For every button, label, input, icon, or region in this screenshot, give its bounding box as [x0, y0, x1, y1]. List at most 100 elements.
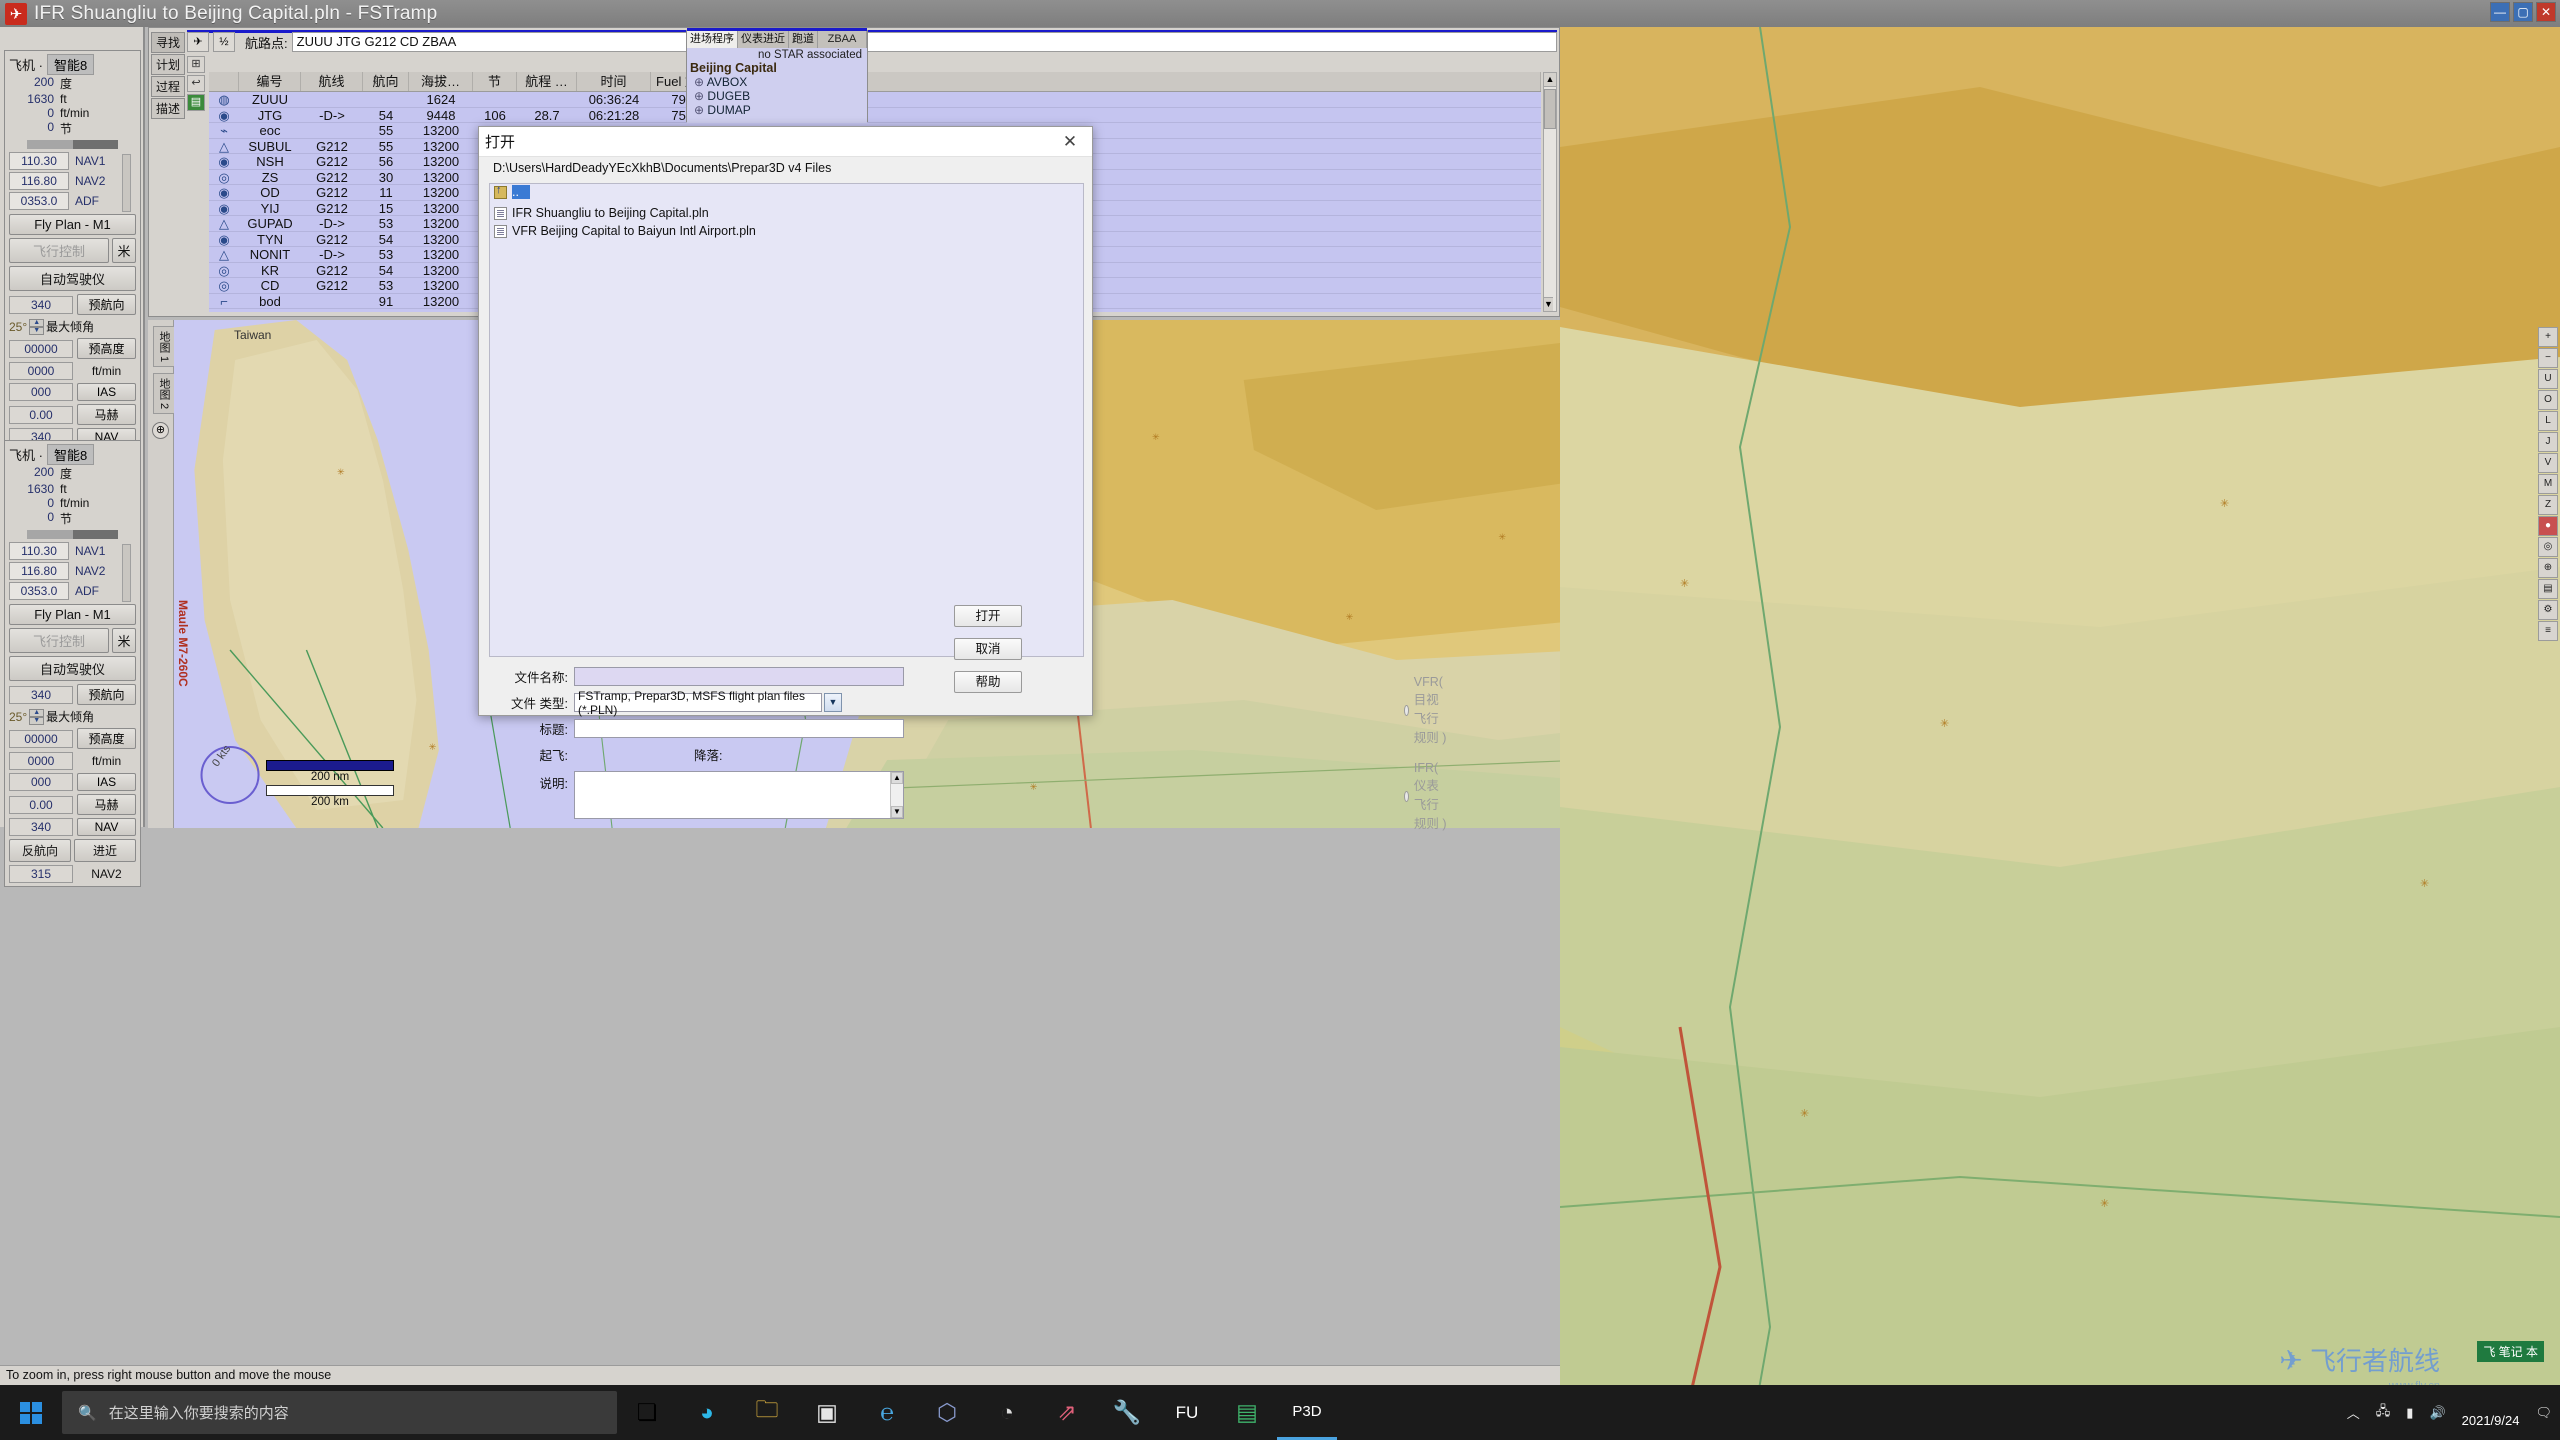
chevron-up-icon[interactable]: ︿	[2347, 1403, 2360, 1422]
fly-plan-button-2[interactable]: Fly Plan - M1	[9, 604, 136, 625]
ap-heading-button[interactable]: 预航向	[77, 294, 136, 315]
ap-alt-value[interactable]: 00000	[9, 339, 73, 358]
ap-ias-button-2[interactable]: IAS	[77, 773, 136, 791]
p3d-icon[interactable]: P3D	[1277, 1385, 1337, 1440]
tab-star[interactable]: 进场程序	[687, 31, 738, 48]
notes-icon[interactable]: ▤	[1217, 1385, 1277, 1440]
scroll-up-icon[interactable]: ▲	[1544, 73, 1556, 87]
fly-plan-button[interactable]: Fly Plan - M1	[9, 214, 136, 235]
minimize-button[interactable]: —	[2490, 2, 2510, 22]
j-tool-icon[interactable]: J	[2538, 432, 2558, 452]
radio-scrollbar-2[interactable]	[122, 544, 131, 602]
fu-icon[interactable]: FU	[1157, 1385, 1217, 1440]
back-nav-button-2[interactable]: 反航向	[9, 839, 71, 862]
ap-heading-value[interactable]: 340	[9, 295, 73, 314]
chrome-icon[interactable]: ⬡	[917, 1385, 977, 1440]
help-button[interactable]: 帮助	[954, 671, 1022, 693]
map-tab-2[interactable]: 地图 2	[153, 373, 175, 415]
waypoints-input[interactable]: ZUUU JTG G212 CD ZBAA	[291, 32, 1557, 52]
settings-icon[interactable]: ⚙	[2538, 600, 2558, 620]
filename-input[interactable]	[574, 667, 904, 686]
filetype-select[interactable]: FSTramp, Prepar3D, MSFS flight plan file…	[574, 689, 822, 717]
nav2-row[interactable]: 116.80 NAV2	[9, 172, 136, 190]
ap-ias-button[interactable]: IAS	[77, 383, 136, 401]
file-list-parent[interactable]: ..	[490, 184, 1083, 200]
crosshair-icon[interactable]: ⊕	[152, 422, 169, 440]
col-time[interactable]: 时间	[577, 72, 651, 91]
layers-icon[interactable]: ▤	[2538, 579, 2558, 599]
v-tool-icon[interactable]: V	[2538, 453, 2558, 473]
edge-icon[interactable]: ◕	[677, 1385, 737, 1440]
file-explorer-icon[interactable]: 🗀	[737, 1385, 797, 1440]
ap-nav-button-2[interactable]: NAV	[77, 818, 136, 836]
ap-ias-value-2[interactable]: 000	[9, 773, 73, 791]
ap-heading-value-2[interactable]: 340	[9, 685, 73, 704]
adf-row-2[interactable]: 0353.0 ADF	[9, 582, 136, 600]
target-icon[interactable]: ⊕	[2538, 558, 2558, 578]
scroll-thumb[interactable]	[1544, 89, 1556, 129]
tab-runway[interactable]: 跑道	[789, 31, 818, 48]
nav2-row-2[interactable]: 116.80 NAV2	[9, 562, 136, 580]
map-tab-1[interactable]: 地图 1	[153, 326, 175, 368]
aircraft-value-2[interactable]: 智能8	[46, 444, 95, 465]
radio-scrollbar[interactable]	[122, 154, 131, 212]
dialog-file-list[interactable]: .. IFR Shuangliu to Beijing Capital.pln …	[489, 183, 1084, 657]
compass-icon[interactable]: ◔	[977, 1385, 1037, 1440]
flight-control-button[interactable]: 飞行控制	[9, 238, 109, 263]
zoom-in-icon[interactable]: +	[2538, 327, 2558, 347]
approach-button-2[interactable]: 进近	[74, 839, 136, 862]
tab-plan[interactable]: 计划	[151, 54, 185, 75]
autopilot-button-2[interactable]: 自动驾驶仪	[9, 656, 136, 681]
scroll-down-icon[interactable]: ▼	[1544, 297, 1553, 311]
plus-box-icon[interactable]: ⊞	[187, 56, 205, 73]
nav2-frequency[interactable]: 116.80	[9, 172, 69, 190]
close-icon[interactable]: ✕	[1048, 127, 1092, 157]
globe-icon[interactable]: ◎	[2538, 537, 2558, 557]
adf-frequency-2[interactable]: 0353.0	[9, 582, 69, 600]
nav1-frequency-2[interactable]: 110.30	[9, 542, 69, 560]
flight-control-button-2[interactable]: 飞行控制	[9, 628, 109, 653]
ap-nav-value-2[interactable]: 340	[9, 818, 73, 836]
airplane-route-icon[interactable]: ✈	[187, 32, 209, 52]
ap-mach-button[interactable]: 马赫	[77, 404, 136, 425]
vfr-radio[interactable]: VFR( 目视飞行规则 )	[1404, 675, 1449, 746]
nav1-frequency[interactable]: 110.30	[9, 152, 69, 170]
adf-row[interactable]: 0353.0 ADF	[9, 192, 136, 210]
table-scrollbar[interactable]: ▲ ▼	[1543, 72, 1557, 312]
units-button-2[interactable]: 米	[112, 628, 136, 653]
scroll-up-icon[interactable]: ▲	[891, 772, 903, 784]
volume-icon[interactable]: 🔊	[2429, 1405, 2445, 1421]
bank-stepper-2[interactable]: ▲ ▼	[29, 708, 45, 725]
ifr-radio[interactable]: IFR( 仪表飞行规则 )	[1404, 761, 1449, 832]
list-item[interactable]: IFR Shuangliu to Beijing Capital.pln	[490, 205, 1083, 221]
units-button[interactable]: 米	[112, 238, 136, 263]
start-button[interactable]	[0, 1385, 62, 1440]
store-icon[interactable]: ▣	[797, 1385, 857, 1440]
col-airway[interactable]: 航线	[301, 72, 363, 91]
autopilot-button[interactable]: 自动驾驶仪	[9, 266, 136, 291]
tab-find[interactable]: 寻找	[151, 32, 185, 53]
ap-mach-value-2[interactable]: 0.00	[9, 795, 73, 814]
stop-icon[interactable]: ●	[2538, 516, 2558, 536]
tab-approach[interactable]: 仪表进近	[738, 31, 789, 48]
ap-alt-value-2[interactable]: 00000	[9, 729, 73, 748]
z-tool-icon[interactable]: Z	[2538, 495, 2558, 515]
ap-vs-value-2[interactable]: 0000	[9, 752, 73, 770]
ap-mach-button-2[interactable]: 马赫	[77, 794, 136, 815]
scroll-down-icon[interactable]: ▼	[891, 806, 903, 818]
ap-heading-button-2[interactable]: 预航向	[77, 684, 136, 705]
nav1-row-2[interactable]: 110.30 NAV1	[9, 542, 136, 560]
ie-icon[interactable]: ℮	[857, 1385, 917, 1440]
description-textarea[interactable]: ▲ ▼	[574, 771, 904, 819]
list-icon[interactable]: ≡	[2538, 621, 2558, 641]
ap-vs-value[interactable]: 0000	[9, 362, 73, 380]
wrench-icon[interactable]: 🔧	[1097, 1385, 1157, 1440]
maximize-button[interactable]: ▢	[2513, 2, 2533, 22]
close-button[interactable]: ✕	[2536, 2, 2556, 22]
arrivals-item[interactable]: ⊕ DUMAP	[690, 103, 864, 117]
task-view-icon[interactable]: ❏	[617, 1385, 677, 1440]
list-item[interactable]: VFR Beijing Capital to Baiyun Intl Airpo…	[490, 223, 1083, 239]
notifications-icon[interactable]: 🗨	[2535, 1405, 2552, 1421]
arrivals-item[interactable]: ⊕ AVBOX	[690, 75, 864, 89]
col-id[interactable]: 编号	[239, 72, 301, 91]
